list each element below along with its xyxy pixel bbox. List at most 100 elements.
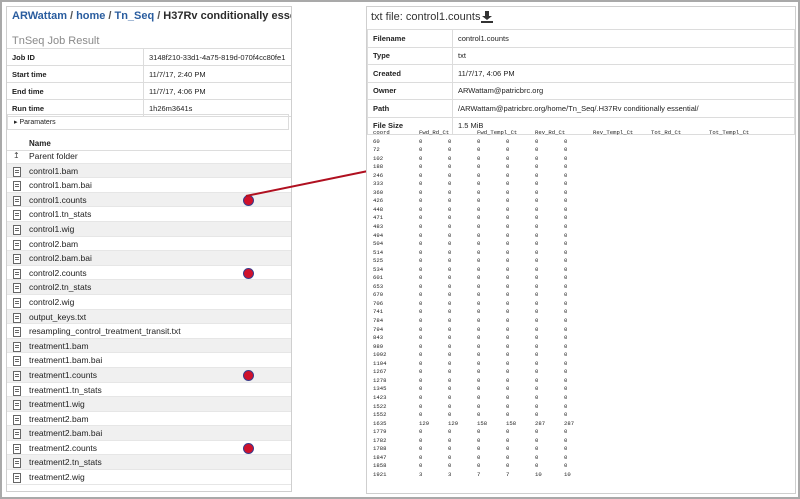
counts-cell: 3 bbox=[448, 470, 452, 478]
counts-row: 741 0 0 0 0 0 0 bbox=[373, 308, 759, 317]
path-value: /ARWattam@patricbrc.org/home/Tn_Seq/.H37… bbox=[452, 99, 795, 118]
counts-cell: 0 bbox=[564, 197, 568, 205]
counts-row: 1423 0 0 0 0 0 0 bbox=[373, 394, 759, 403]
counts-cell: 158 bbox=[506, 419, 517, 427]
counts-cell: 0 bbox=[448, 265, 452, 273]
counts-cell: 426 bbox=[373, 197, 384, 205]
counts-row: 784 0 0 0 0 0 0 bbox=[373, 317, 759, 326]
counts-cell: 0 bbox=[477, 154, 481, 162]
counts-cell: 287 bbox=[535, 419, 546, 427]
counts-cell: 0 bbox=[564, 299, 568, 307]
counts-cell: 794 bbox=[373, 325, 384, 333]
counts-cell: 0 bbox=[506, 257, 510, 265]
counts-cell: 0 bbox=[419, 342, 423, 350]
counts-cell: 0 bbox=[419, 240, 423, 248]
counts-header-cell: Fwd_Rd_Ct bbox=[419, 129, 450, 136]
counts-cell: 0 bbox=[506, 248, 510, 256]
counts-cell: 784 bbox=[373, 317, 384, 325]
counts-cell: 0 bbox=[419, 393, 423, 401]
counts-row: 448 0 0 0 0 0 0 bbox=[373, 206, 759, 215]
counts-cell: 0 bbox=[448, 154, 452, 162]
counts-cell: 514 bbox=[373, 248, 384, 256]
counts-cell: 0 bbox=[477, 334, 481, 342]
counts-cell: 0 bbox=[564, 368, 568, 376]
counts-cell: 0 bbox=[448, 334, 452, 342]
counts-cell: 0 bbox=[477, 393, 481, 401]
counts-cell: 0 bbox=[564, 146, 568, 154]
counts-cell: 0 bbox=[564, 453, 568, 461]
counts-cell: 0 bbox=[564, 188, 568, 196]
counts-row: 494 0 0 0 0 0 0 bbox=[373, 232, 759, 241]
counts-cell: 0 bbox=[535, 146, 539, 154]
counts-row: 102 0 0 0 0 0 0 bbox=[373, 155, 759, 164]
counts-cell: 0 bbox=[535, 240, 539, 248]
download-icon[interactable] bbox=[480, 11, 494, 23]
counts-cell: 1921 bbox=[373, 470, 387, 478]
counts-cell: 1092 bbox=[373, 351, 387, 359]
counts-cell: 0 bbox=[535, 334, 539, 342]
counts-cell: 360 bbox=[373, 188, 384, 196]
type-value: txt bbox=[452, 46, 795, 65]
counts-cell: 0 bbox=[419, 325, 423, 333]
counts-row: 1278 0 0 0 0 0 0 bbox=[373, 377, 759, 386]
counts-cell: 0 bbox=[535, 368, 539, 376]
counts-cell: 0 bbox=[564, 308, 568, 316]
counts-row: 333 0 0 0 0 0 0 bbox=[373, 180, 759, 189]
counts-cell: 0 bbox=[535, 411, 539, 419]
file-meta-row: Owner ARWattam@patricbrc.org bbox=[367, 81, 795, 100]
counts-cell: 0 bbox=[506, 240, 510, 248]
counts-cell: 0 bbox=[564, 376, 568, 384]
counts-cell: 534 bbox=[373, 265, 384, 273]
counts-cell: 0 bbox=[477, 411, 481, 419]
counts-cell: 0 bbox=[564, 248, 568, 256]
counts-row: 1921 3 3 7 7 10 10 bbox=[373, 471, 759, 480]
created-value: 11/7/17, 4:06 PM bbox=[452, 64, 795, 83]
counts-cell: 1278 bbox=[373, 376, 387, 384]
counts-cell: 471 bbox=[373, 214, 384, 222]
counts-cell: 0 bbox=[419, 351, 423, 359]
counts-cell: 0 bbox=[477, 257, 481, 265]
counts-cell: 0 bbox=[477, 171, 481, 179]
counts-cell: 0 bbox=[477, 325, 481, 333]
counts-cell: 0 bbox=[506, 146, 510, 154]
counts-cell: 0 bbox=[419, 359, 423, 367]
counts-cell: 1788 bbox=[373, 445, 387, 453]
counts-cell: 0 bbox=[419, 163, 423, 171]
counts-cell: 0 bbox=[419, 411, 423, 419]
counts-cell: 1847 bbox=[373, 453, 387, 461]
counts-cell: 0 bbox=[506, 231, 510, 239]
counts-cell: 504 bbox=[373, 240, 384, 248]
counts-cell: 0 bbox=[564, 274, 568, 282]
counts-cell: 0 bbox=[419, 376, 423, 384]
counts-cell: 0 bbox=[419, 205, 423, 213]
counts-cell: 0 bbox=[564, 223, 568, 231]
counts-row: 1522 0 0 0 0 0 0 bbox=[373, 403, 759, 412]
file-meta-row: Filename control1.counts bbox=[367, 29, 795, 48]
counts-cell: 0 bbox=[419, 223, 423, 231]
counts-cell: 0 bbox=[506, 359, 510, 367]
viewer-title: txt file: control1.counts bbox=[371, 11, 481, 23]
counts-cell: 0 bbox=[448, 453, 452, 461]
connector-stroke bbox=[245, 170, 369, 197]
counts-cell: 0 bbox=[506, 402, 510, 410]
counts-cell: 0 bbox=[419, 214, 423, 222]
counts-header-cell: Fwd_Templ_Ct bbox=[477, 129, 518, 136]
counts-cell: 0 bbox=[564, 385, 568, 393]
counts-cell: 0 bbox=[564, 325, 568, 333]
counts-cell: 333 bbox=[373, 180, 384, 188]
counts-cell: 0 bbox=[448, 240, 452, 248]
counts-cell: 1522 bbox=[373, 402, 387, 410]
counts-cell: 0 bbox=[564, 351, 568, 359]
counts-cell: 0 bbox=[506, 342, 510, 350]
counts-cell: 601 bbox=[373, 274, 384, 282]
counts-cell: 0 bbox=[477, 291, 481, 299]
counts-row: 188 0 0 0 0 0 0 bbox=[373, 163, 759, 172]
counts-cell: 0 bbox=[506, 462, 510, 470]
counts-cell: 0 bbox=[419, 188, 423, 196]
counts-cell: 0 bbox=[564, 282, 568, 290]
counts-cell: 1858 bbox=[373, 462, 387, 470]
counts-cell: 0 bbox=[448, 223, 452, 231]
counts-cell: 0 bbox=[448, 214, 452, 222]
counts-cell: 0 bbox=[535, 180, 539, 188]
type-label: Type bbox=[367, 46, 453, 65]
